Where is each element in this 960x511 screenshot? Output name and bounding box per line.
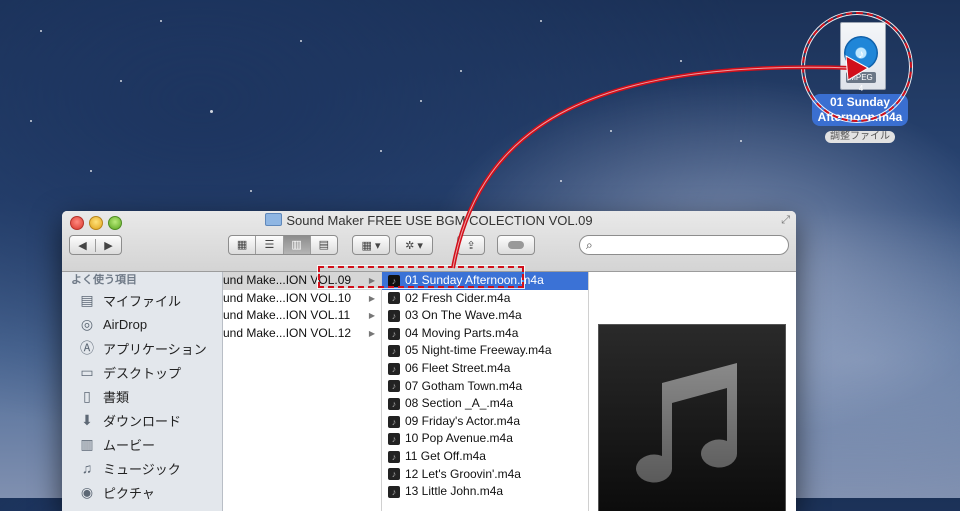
arrowhead-icon bbox=[845, 55, 870, 81]
drag-arrow-path-outline bbox=[452, 66, 853, 269]
drag-arrow-path bbox=[451, 65, 853, 269]
drag-arrow bbox=[451, 55, 870, 269]
